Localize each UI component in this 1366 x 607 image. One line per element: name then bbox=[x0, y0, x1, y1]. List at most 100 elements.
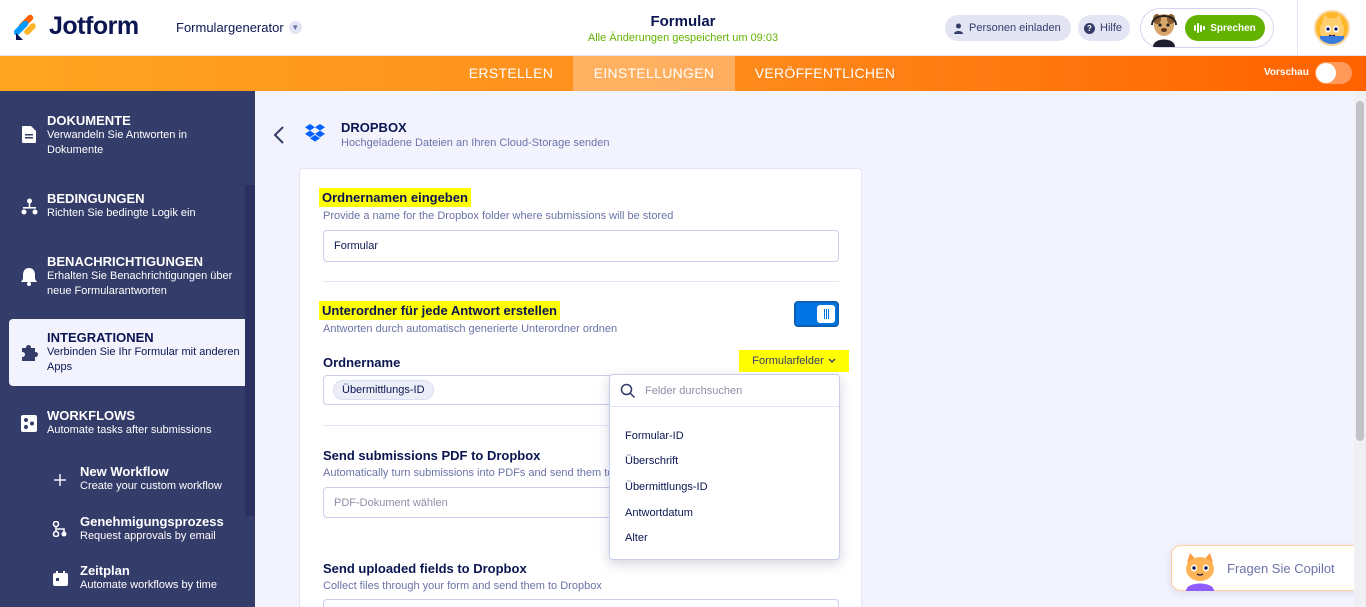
sidebar-item-title: BENACHRICHTIGUNGEN bbox=[47, 254, 203, 269]
sidebar-subitem-approval[interactable]: Genehmigungsprozess Request approvals by… bbox=[50, 514, 245, 546]
bell-icon bbox=[20, 268, 38, 286]
sidebar-item-integrations[interactable]: INTEGRATIONEN Verbinden Sie Ihr Formular… bbox=[9, 319, 245, 386]
header-divider bbox=[1297, 0, 1298, 56]
invite-button[interactable]: Personen einladen bbox=[945, 15, 1071, 41]
folder-name-template-input[interactable]: Übermittlungs-ID bbox=[323, 375, 623, 405]
agent-avatar-icon bbox=[1147, 11, 1181, 47]
sidebar-subitem-schedule[interactable]: Zeitplan Automate workflows by time bbox=[50, 563, 245, 595]
copilot-cat-icon bbox=[1180, 551, 1220, 591]
jotform-logo[interactable]: Jotform bbox=[13, 12, 139, 41]
tab-settings[interactable]: EINSTELLUNGEN bbox=[573, 56, 735, 91]
save-status: Alle Änderungen gespeichert um 09:03 bbox=[587, 32, 779, 44]
field-chip[interactable]: Übermittlungs-ID bbox=[333, 380, 434, 400]
sidebar-item-desc: Verwandeln Sie Antworten in Dokumente bbox=[47, 129, 188, 156]
soundwave-icon bbox=[1194, 23, 1206, 33]
uploads-label: Send uploaded fields to Dropbox bbox=[323, 561, 527, 576]
sidebar-item-title: INTEGRATIONEN bbox=[47, 330, 154, 345]
app-header: Jotform Formulargenerator ▼ Formular All… bbox=[0, 0, 1366, 56]
dropdown-option[interactable]: Antwortdatum bbox=[625, 507, 693, 519]
tab-publish[interactable]: VERÖFFENTLICHEN bbox=[741, 56, 909, 91]
help-button[interactable]: ? Hilfe bbox=[1078, 15, 1131, 41]
dropbox-icon bbox=[305, 124, 325, 142]
pdf-label: Send submissions PDF to Dropbox bbox=[323, 448, 541, 463]
subitem-title: Zeitplan bbox=[80, 563, 130, 578]
uploads-select[interactable] bbox=[323, 599, 839, 607]
calendar-icon bbox=[50, 568, 70, 588]
folder-name-input[interactable]: Formular bbox=[323, 230, 839, 262]
chevron-left-icon bbox=[273, 126, 284, 144]
brand-name: Jotform bbox=[49, 12, 139, 40]
dropdown-option[interactable]: Übermittlungs-ID bbox=[625, 481, 708, 493]
toggle-knob bbox=[1316, 63, 1336, 83]
form-fields-label: Formularfelder bbox=[752, 355, 824, 367]
user-avatar[interactable] bbox=[1314, 10, 1350, 46]
speak-button[interactable]: Sprechen bbox=[1185, 15, 1265, 41]
chevron-down-icon bbox=[828, 358, 836, 363]
sidebar-scrollbar[interactable] bbox=[245, 185, 255, 516]
sidebar-item-conditions[interactable]: BEDINGUNGEN Richten Sie bedingte Logik e… bbox=[9, 185, 245, 231]
generator-dropdown[interactable]: Formulargenerator ▼ bbox=[176, 20, 302, 35]
plus-icon bbox=[50, 470, 70, 490]
builder-nav: ERSTELLEN EINSTELLUNGEN VERÖFFENTLICHEN … bbox=[0, 56, 1366, 91]
sidebar-item-desc: Automate tasks after submissions bbox=[47, 424, 212, 436]
document-icon bbox=[20, 125, 38, 143]
form-fields-button[interactable]: Formularfelder bbox=[739, 350, 849, 372]
dropdown-option[interactable]: Alter bbox=[625, 532, 648, 544]
subfolder-toggle[interactable] bbox=[794, 301, 839, 327]
copilot-button[interactable]: Fragen Sie Copilot bbox=[1171, 545, 1366, 591]
subitem-title: New Workflow bbox=[80, 464, 169, 479]
preview-label: Vorschau bbox=[1264, 67, 1309, 78]
pdf-select[interactable]: PDF-Dokument wählen bbox=[323, 487, 613, 518]
section-subtitle: Hochgeladene Dateien an Ihren Cloud-Stor… bbox=[341, 137, 610, 149]
approval-flow-icon bbox=[50, 519, 70, 539]
puzzle-icon bbox=[20, 343, 38, 361]
dropdown-option[interactable]: Überschrift bbox=[625, 455, 678, 467]
subfolder-label: Unterordner für jede Antwort erstellen bbox=[319, 301, 560, 320]
user-icon bbox=[954, 23, 963, 34]
jotform-logo-icon bbox=[13, 13, 40, 41]
form-title[interactable]: Formular bbox=[583, 13, 783, 30]
sidebar-subitem-new-workflow[interactable]: New Workflow Create your custom workflow bbox=[50, 464, 245, 496]
speak-label: Sprechen bbox=[1210, 22, 1256, 34]
dropdown-search[interactable]: Felder durchsuchen bbox=[610, 375, 839, 407]
sidebar-item-title: DOKUMENTE bbox=[47, 113, 131, 128]
sidebar-item-title: BEDINGUNGEN bbox=[47, 191, 145, 206]
section-title: DROPBOX bbox=[341, 120, 407, 135]
main-scrollbar[interactable] bbox=[1354, 91, 1366, 607]
subitem-desc: Automate workflows by time bbox=[80, 579, 217, 591]
sidebar-item-documents[interactable]: DOKUMENTE Verwandeln Sie Antworten in Do… bbox=[9, 107, 245, 167]
ai-agent-widget[interactable]: Sprechen bbox=[1140, 8, 1274, 48]
help-label: Hilfe bbox=[1100, 22, 1123, 34]
dropdown-option[interactable]: Formular-ID bbox=[625, 430, 684, 442]
scrollbar-thumb[interactable] bbox=[1356, 101, 1364, 441]
chevron-down-icon: ▼ bbox=[288, 21, 302, 34]
back-button[interactable] bbox=[268, 122, 290, 148]
preview-toggle[interactable] bbox=[1315, 62, 1352, 84]
form-fields-dropdown: Felder durchsuchen Formular-ID Überschri… bbox=[609, 374, 840, 560]
folder-name-hint: Provide a name for the Dropbox folder wh… bbox=[323, 210, 674, 222]
sidebar-item-title: WORKFLOWS bbox=[47, 408, 136, 423]
sidebar-item-desc: Erhalten Sie Benachrichtigungen über neu… bbox=[47, 270, 233, 297]
logic-tree-icon bbox=[20, 197, 38, 215]
copilot-label: Fragen Sie Copilot bbox=[1227, 561, 1335, 576]
sidebar-item-desc: Richten Sie bedingte Logik ein bbox=[47, 207, 196, 219]
search-icon bbox=[620, 383, 636, 399]
sidebar-item-notifications[interactable]: BENACHRICHTIGUNGEN Erhalten Sie Benachri… bbox=[9, 248, 245, 308]
help-icon: ? bbox=[1084, 22, 1095, 34]
generator-label: Formulargenerator bbox=[176, 20, 284, 35]
subitem-title: Genehmigungsprozess bbox=[80, 514, 224, 529]
tab-create[interactable]: ERSTELLEN bbox=[455, 56, 567, 91]
dropdown-search-input[interactable]: Felder durchsuchen bbox=[645, 385, 742, 397]
section-divider bbox=[323, 425, 609, 426]
folder-name-label: Ordnernamen eingeben bbox=[319, 188, 471, 207]
workflow-icon bbox=[20, 414, 38, 432]
folder-name-field-label: Ordnername bbox=[323, 355, 401, 370]
section-divider bbox=[323, 281, 839, 282]
uploads-hint: Collect files through your form and send… bbox=[323, 580, 602, 592]
pdf-hint: Automatically turn submissions into PDFs… bbox=[323, 467, 614, 479]
sidebar-item-workflows[interactable]: WORKFLOWS Automate tasks after submissio… bbox=[9, 402, 245, 448]
subfolder-hint: Antworten durch automatisch generierte U… bbox=[323, 323, 618, 335]
subitem-desc: Request approvals by email bbox=[80, 530, 216, 542]
invite-label: Personen einladen bbox=[969, 22, 1061, 34]
subitem-desc: Create your custom workflow bbox=[80, 480, 222, 492]
